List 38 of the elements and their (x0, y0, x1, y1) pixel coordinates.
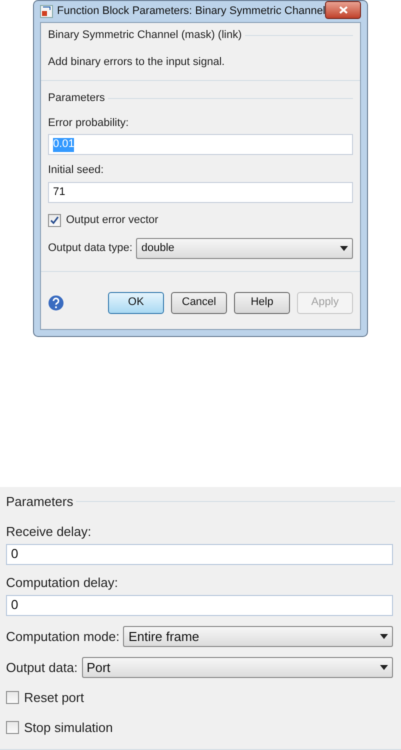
field-value: 0 (11, 597, 18, 614)
close-icon (338, 6, 348, 14)
dialog-button[interactable]: Help (234, 292, 290, 314)
app-icon (40, 5, 53, 18)
dialog-button[interactable]: OK (108, 292, 164, 314)
group-title: Parameters (48, 91, 105, 106)
field-label: Computation mode: (6, 628, 120, 646)
dropdown[interactable]: double (136, 238, 353, 258)
close-button[interactable] (325, 1, 361, 19)
dropdown[interactable]: Entire frame (123, 626, 393, 647)
dialog-button[interactable]: Cancel (171, 292, 227, 314)
field-label: Error probability: (48, 116, 130, 130)
input-field[interactable]: 71 (48, 182, 353, 203)
checkbox[interactable] (48, 214, 61, 227)
input-field[interactable]: 0 (6, 595, 393, 616)
field-label: Initial seed: (48, 164, 105, 178)
checkbox-label: Stop simulation (24, 718, 113, 737)
field-label: Computation delay: (6, 574, 120, 591)
checkbox[interactable] (6, 691, 19, 704)
field-value: 0.01 (53, 138, 74, 152)
field-label: Output data type: (48, 240, 132, 256)
checkbox[interactable] (6, 720, 19, 734)
field-value: 0 (11, 546, 18, 562)
group-title: Binary Symmetric Channel (mask) (link) (48, 28, 242, 43)
window-title: Function Block Parameters: Binary Symmetric Channel (57, 4, 326, 20)
checkbox-label: Output error vector (66, 213, 158, 228)
dropdown[interactable]: Port (82, 657, 393, 678)
field-label: Receive delay: (6, 524, 92, 540)
caret-icon (340, 246, 348, 250)
input-field[interactable]: 0 (6, 544, 393, 565)
field-value: 71 (53, 186, 66, 200)
caret-icon (380, 634, 388, 639)
group-title: Parameters (6, 493, 74, 511)
description: Add binary errors to the input signal. (48, 54, 226, 70)
checkbox-label: Reset port (24, 689, 84, 707)
help-icon[interactable] (48, 294, 64, 310)
caret-icon (380, 665, 388, 670)
field-label: Output data: (6, 658, 78, 677)
